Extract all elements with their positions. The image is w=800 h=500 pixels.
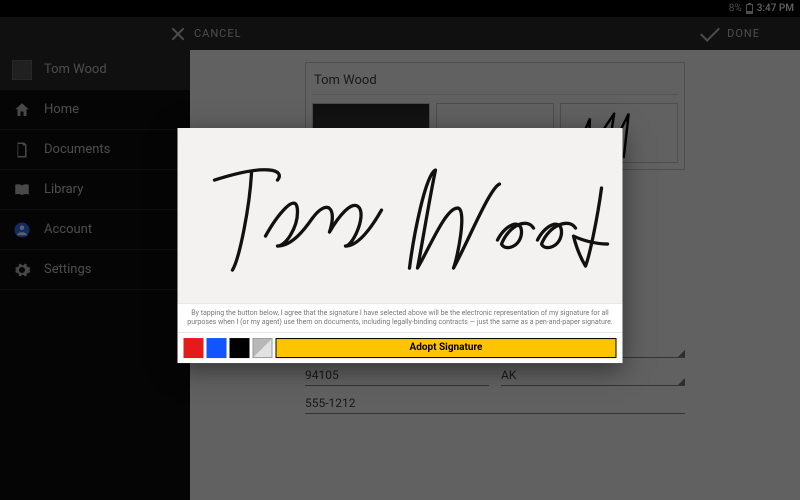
adopt-signature-button[interactable]: Adopt Signature	[276, 338, 617, 358]
signature-stroke	[178, 128, 623, 303]
adopt-label: Adopt Signature	[410, 342, 483, 353]
color-red[interactable]	[184, 338, 204, 358]
signature-canvas[interactable]	[178, 128, 623, 303]
signature-dialog: By tapping the button below, I agree tha…	[178, 128, 623, 363]
signature-toolbar: Adopt Signature	[178, 333, 623, 363]
color-black[interactable]	[230, 338, 250, 358]
signature-disclaimer: By tapping the button below, I agree tha…	[178, 303, 623, 333]
color-blue[interactable]	[207, 338, 227, 358]
eraser-icon[interactable]	[253, 338, 273, 358]
